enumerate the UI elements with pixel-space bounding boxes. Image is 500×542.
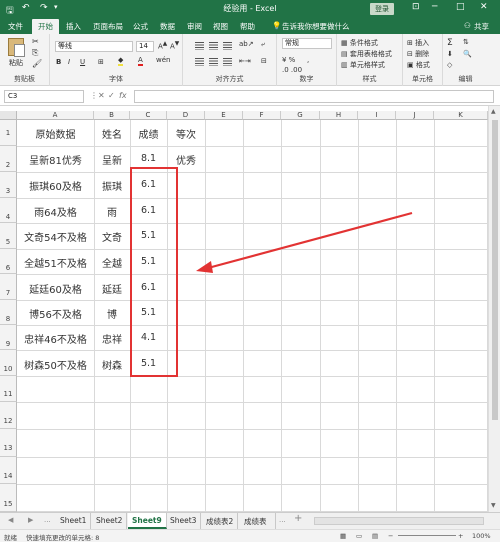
status-bar: 就绪 快速填充更改的单元格: 8 ▦ ▭ ▤ − + 100% <box>0 529 500 542</box>
normal-view-icon[interactable]: ▦ <box>340 532 346 540</box>
sheet-tab-bar: ◀ ▶ ... Sheet1 Sheet2 Sheet9 Sheet3 成绩表2… <box>0 512 500 529</box>
vertical-scrollbar[interactable]: ▲ ▼ <box>488 106 500 512</box>
sheet-tab-sheet9[interactable]: Sheet9 <box>128 513 167 529</box>
zoom-slider[interactable] <box>398 535 456 536</box>
zoom-out-icon[interactable]: − <box>388 532 393 540</box>
add-sheet-button[interactable]: + <box>294 513 302 524</box>
sheet-tab-score2[interactable]: 成绩表2 <box>202 513 239 529</box>
scroll-down-icon[interactable]: ▼ <box>491 502 496 509</box>
scroll-thumb[interactable] <box>492 120 498 420</box>
tab-more-right[interactable]: ... <box>279 516 286 524</box>
tab-prev-icon[interactable]: ◀ <box>8 516 13 524</box>
tab-next-icon[interactable]: ▶ <box>28 516 33 524</box>
sheet-tab-sheet2[interactable]: Sheet2 <box>92 513 128 529</box>
zoom-level[interactable]: 100% <box>472 532 491 540</box>
status-message: 快速填充更改的单元格: 8 <box>26 534 100 542</box>
zoom-in-icon[interactable]: + <box>458 532 463 540</box>
horizontal-scrollbar[interactable] <box>314 517 484 525</box>
tab-more-left[interactable]: ... <box>44 516 51 524</box>
page-layout-view-icon[interactable]: ▭ <box>356 532 362 540</box>
status-ready: 就绪 <box>4 534 17 542</box>
scroll-up-icon[interactable]: ▲ <box>491 108 496 115</box>
sheet-tab-sheet1[interactable]: Sheet1 <box>56 513 92 529</box>
annotation-arrow-icon <box>196 211 413 273</box>
sheet-tab-sheet3[interactable]: Sheet3 <box>166 513 202 529</box>
sheet-tab-score[interactable]: 成绩表 <box>240 513 276 529</box>
page-break-view-icon[interactable]: ▤ <box>372 532 378 540</box>
